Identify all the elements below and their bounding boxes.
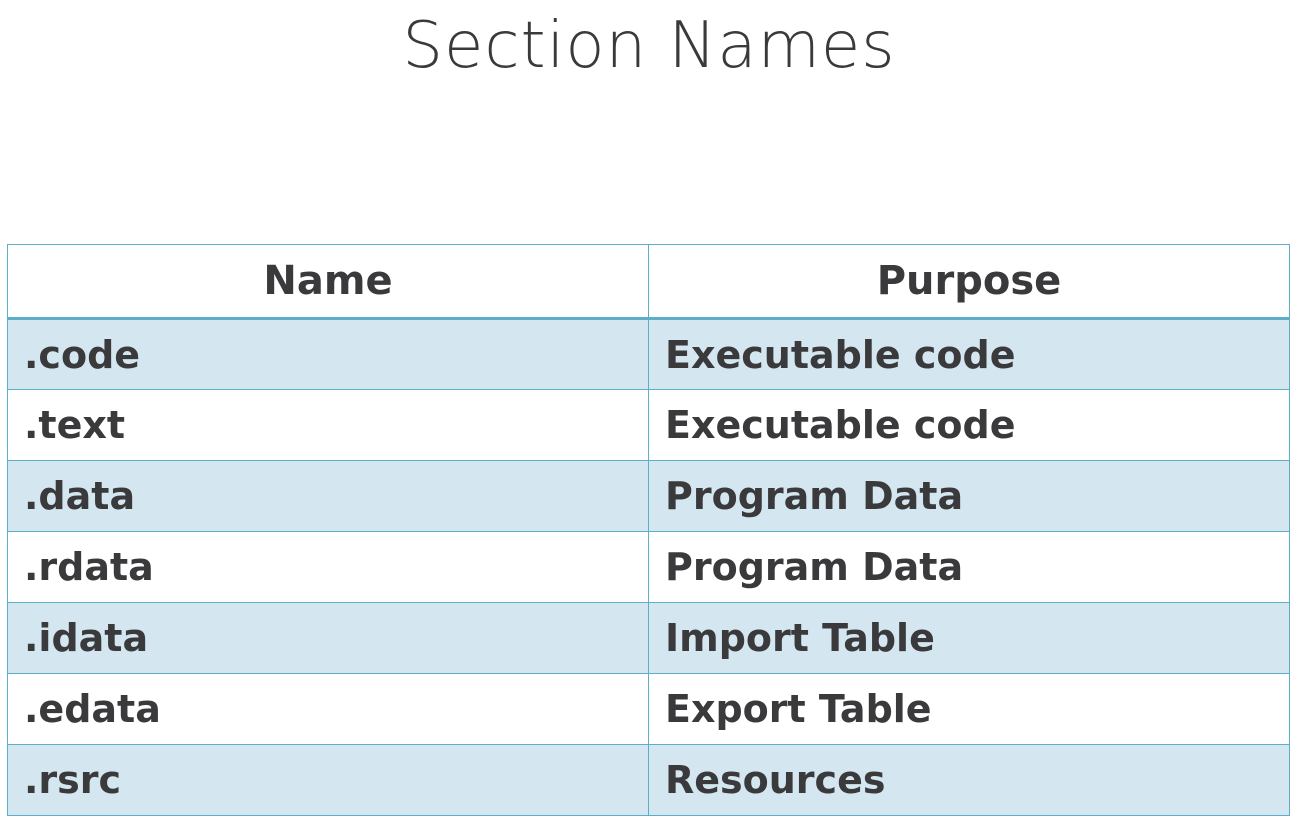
table-row: .rdata Program Data xyxy=(7,531,1290,603)
cell-section-purpose: Import Table xyxy=(648,602,1290,674)
cell-section-name: .edata xyxy=(7,673,649,745)
cell-section-name: .code xyxy=(7,318,649,390)
section-names-table: Name Purpose .code Executable code .text… xyxy=(7,244,1290,816)
table-row: .text Executable code xyxy=(7,389,1290,461)
table-row: .data Program Data xyxy=(7,460,1290,532)
section-names-table-container: Name Purpose .code Executable code .text… xyxy=(7,244,1290,816)
cell-section-purpose: Executable code xyxy=(648,389,1290,461)
cell-section-name: .rdata xyxy=(7,531,649,603)
cell-section-name: .rsrc xyxy=(7,744,649,816)
cell-section-purpose: Program Data xyxy=(648,531,1290,603)
table-row: .edata Export Table xyxy=(7,673,1290,745)
table-header-row: Name Purpose xyxy=(7,244,1290,320)
table-row: .idata Import Table xyxy=(7,602,1290,674)
cell-section-name: .data xyxy=(7,460,649,532)
cell-section-name: .idata xyxy=(7,602,649,674)
column-header-name: Name xyxy=(7,244,649,320)
cell-section-purpose: Export Table xyxy=(648,673,1290,745)
column-header-purpose: Purpose xyxy=(648,244,1290,320)
page-title: Section Names xyxy=(402,9,896,83)
cell-section-name: .text xyxy=(7,389,649,461)
cell-section-purpose: Program Data xyxy=(648,460,1290,532)
table-row: .code Executable code xyxy=(7,318,1290,390)
cell-section-purpose: Resources xyxy=(648,744,1290,816)
table-row: .rsrc Resources xyxy=(7,744,1290,816)
cell-section-purpose: Executable code xyxy=(648,318,1290,390)
